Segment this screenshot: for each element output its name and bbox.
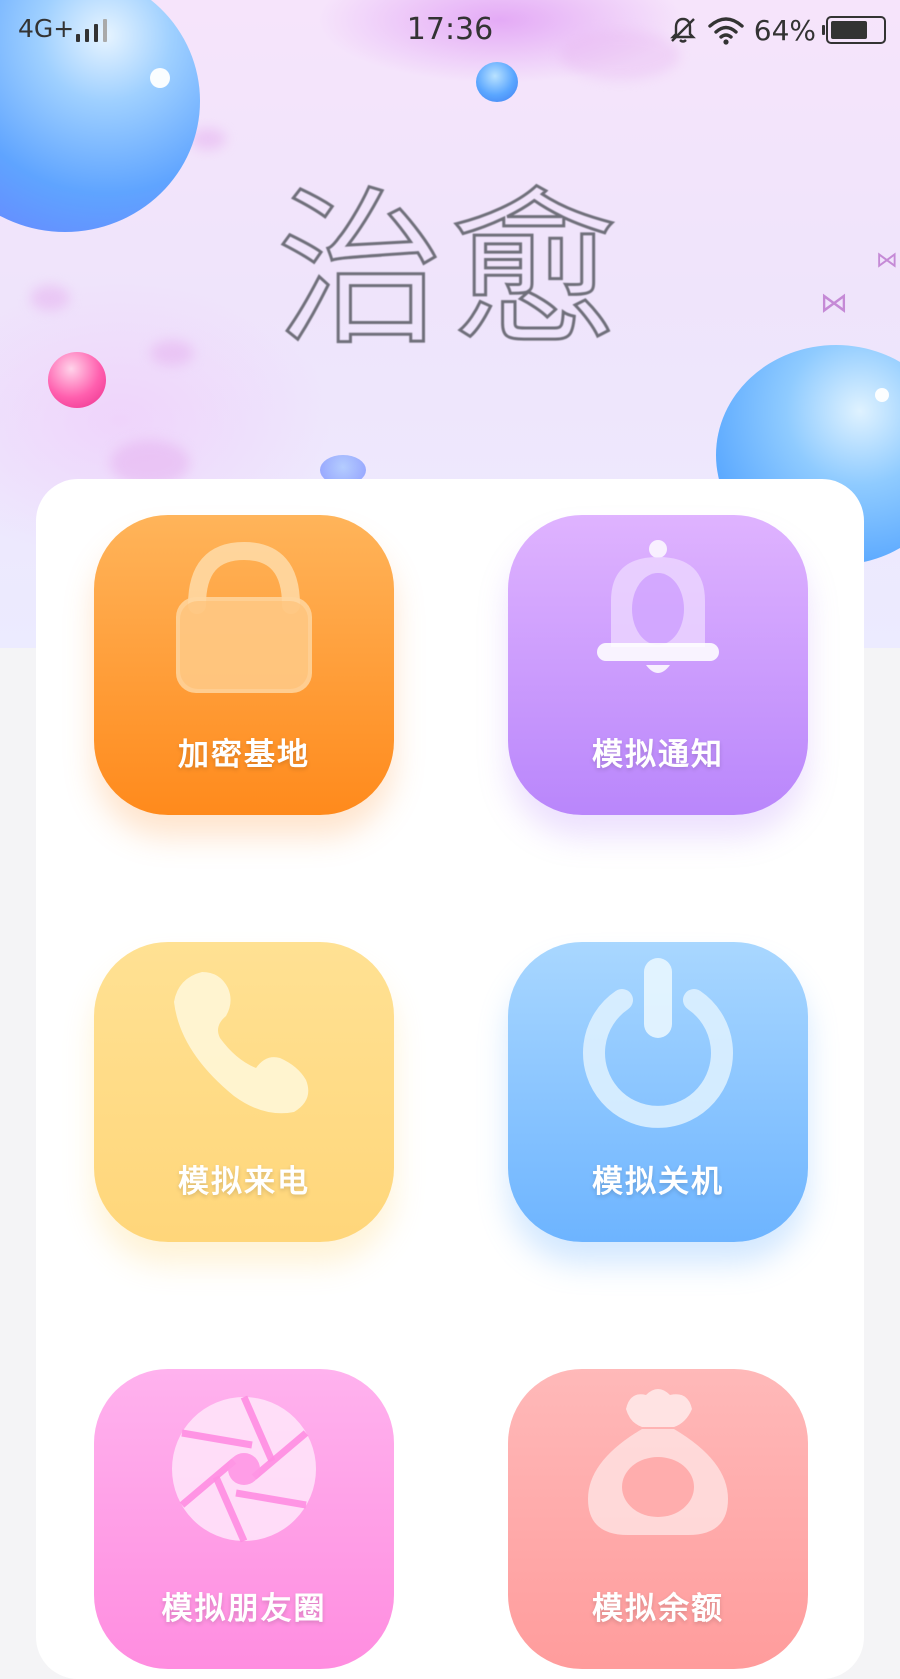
fake-balance-button[interactable]: 模拟余额 bbox=[508, 1369, 808, 1669]
decorative-bubble bbox=[48, 352, 106, 408]
fake-notification-button[interactable]: 模拟通知 bbox=[508, 515, 808, 815]
fake-moments-button[interactable]: 模拟朋友圈 bbox=[94, 1369, 394, 1669]
wifi-icon bbox=[708, 17, 744, 45]
page-title: 治愈 bbox=[275, 171, 624, 370]
battery-percent: 64% bbox=[753, 13, 816, 47]
tile-label: 模拟来电 bbox=[178, 1164, 310, 1200]
bow-icon: ⋈ bbox=[876, 248, 898, 273]
battery-icon bbox=[822, 16, 886, 44]
status-bar: 4G+ 17:36 64% bbox=[0, 0, 900, 62]
tile-label: 模拟通知 bbox=[592, 737, 724, 773]
tile-label: 模拟朋友圈 bbox=[161, 1591, 327, 1627]
fake-call-button[interactable]: 模拟来电 bbox=[94, 942, 394, 1242]
feature-card: 加密基地 模拟通知 模拟来电 模拟关机 模拟朋友圈 模拟余额 bbox=[36, 479, 864, 1679]
tile-label: 模拟关机 bbox=[592, 1164, 724, 1200]
encrypted-base-button[interactable]: 加密基地 bbox=[94, 515, 394, 815]
tile-label: 加密基地 bbox=[178, 737, 310, 773]
decorative-bubble bbox=[476, 62, 518, 102]
tile-label: 模拟余额 bbox=[592, 1591, 724, 1627]
mute-notification-icon bbox=[669, 17, 696, 43]
bow-icon: ⋈ bbox=[820, 286, 848, 319]
fake-shutdown-button[interactable]: 模拟关机 bbox=[508, 942, 808, 1242]
